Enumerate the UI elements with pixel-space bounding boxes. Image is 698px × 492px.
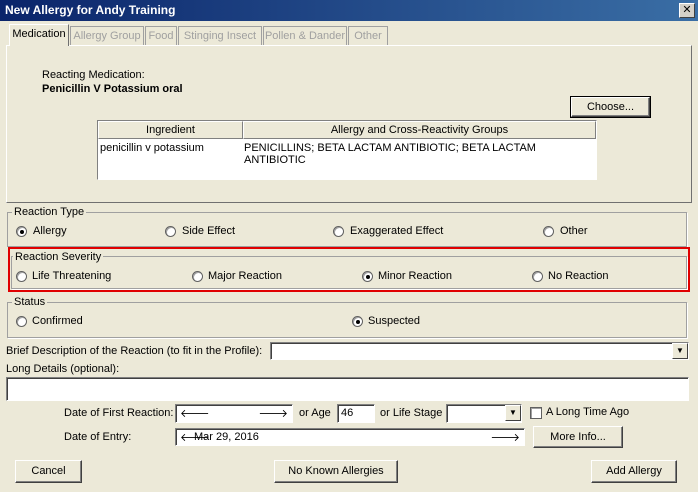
life-stage-label: or Life Stage	[380, 407, 443, 419]
close-button[interactable]: ✕	[679, 3, 695, 18]
radio-confirmed-label: Confirmed	[32, 315, 83, 327]
entry-date-value: Mar 29, 2016	[194, 431, 259, 443]
radio-exaggerated-effect-label: Exaggerated Effect	[350, 225, 444, 237]
radio-life-threatening[interactable]	[16, 271, 27, 282]
status-group	[7, 302, 687, 338]
radio-major-reaction-label: Major Reaction	[208, 270, 282, 282]
no-known-allergies-button[interactable]: No Known Allergies	[274, 460, 398, 483]
chevron-down-icon[interactable]: ▼	[505, 405, 521, 421]
reaction-severity-label: Reaction Severity	[13, 251, 104, 263]
tab-pollen-dander[interactable]: Pollen & Dander	[263, 26, 347, 46]
radio-major-reaction[interactable]	[192, 271, 203, 282]
grid-header-groups[interactable]: Allergy and Cross-Reactivity Groups	[243, 121, 596, 139]
radio-exaggerated-effect[interactable]	[333, 226, 344, 237]
radio-suspected[interactable]	[352, 316, 363, 327]
close-icon: ✕	[682, 3, 692, 16]
long-time-ago-label: A Long Time Ago	[546, 406, 630, 418]
tab-allergy-group[interactable]: Allergy Group	[70, 26, 144, 46]
long-details-input[interactable]	[6, 377, 689, 401]
entry-date-label: Date of Entry:	[64, 431, 132, 443]
radio-side-effect-label: Side Effect	[182, 225, 235, 237]
reacting-medication-label: Reacting Medication:	[42, 69, 145, 81]
or-age-label: or Age	[299, 407, 331, 419]
tab-label: Allergy Group	[73, 30, 141, 42]
entry-date-field[interactable]: 🡐 Mar 29, 2016 🡒	[175, 428, 525, 446]
radio-life-threatening-label: Life Threatening	[32, 270, 112, 282]
brief-description-combo[interactable]: ▼	[270, 342, 689, 360]
radio-suspected-label: Suspected	[368, 315, 420, 327]
age-value: 46	[341, 407, 354, 419]
tab-label: Pollen & Dander	[264, 30, 346, 42]
tab-label: Medication	[12, 28, 66, 40]
status-label: Status	[12, 296, 48, 308]
window-title-bar: New Allergy for Andy Training	[0, 0, 698, 21]
radio-confirmed[interactable]	[16, 316, 27, 327]
tab-label: Stinging Insect	[183, 30, 257, 42]
radio-side-effect[interactable]	[165, 226, 176, 237]
arrow-left-icon[interactable]: 🡐	[180, 406, 210, 420]
chevron-down-icon[interactable]: ▼	[672, 343, 688, 359]
add-allergy-button[interactable]: Add Allergy	[591, 460, 677, 483]
radio-allergy[interactable]	[16, 226, 27, 237]
radio-allergy-label: Allergy	[33, 225, 67, 237]
window-title: New Allergy for Andy Training	[5, 3, 176, 17]
grid-cell-groups[interactable]: PENICILLINS; BETA LACTAM ANTIBIOTIC; BET…	[244, 142, 596, 166]
reaction-type-label: Reaction Type	[12, 206, 87, 218]
more-info-button[interactable]: More Info...	[533, 426, 623, 448]
choose-button[interactable]: Choose...	[570, 96, 651, 118]
arrow-right-icon[interactable]: 🡒	[491, 430, 521, 444]
tab-other[interactable]: Other	[348, 26, 388, 46]
tab-label: Food	[148, 30, 174, 42]
grid-header-ingredient[interactable]: Ingredient	[98, 121, 243, 139]
first-reaction-label: Date of First Reaction:	[64, 407, 174, 419]
reacting-medication-value: Penicillin V Potassium oral	[42, 83, 183, 95]
tab-medication[interactable]: Medication	[9, 24, 69, 46]
tab-food[interactable]: Food	[145, 26, 177, 46]
first-reaction-date-field[interactable]: 🡐 🡒	[175, 404, 293, 423]
radio-no-reaction-label: No Reaction	[548, 270, 609, 282]
ingredient-grid: Ingredient Allergy and Cross-Reactivity …	[97, 120, 597, 180]
radio-other-label: Other	[560, 225, 588, 237]
brief-description-label: Brief Description of the Reaction (to fi…	[6, 345, 263, 357]
grid-cell-ingredient[interactable]: penicillin v potassium	[100, 142, 204, 154]
long-details-label: Long Details (optional):	[6, 363, 120, 375]
radio-other[interactable]	[543, 226, 554, 237]
radio-no-reaction[interactable]	[532, 271, 543, 282]
radio-minor-reaction[interactable]	[362, 271, 373, 282]
tab-label: Other	[354, 30, 382, 42]
tab-stinging-insect[interactable]: Stinging Insect	[178, 26, 262, 46]
arrow-right-icon[interactable]: 🡒	[259, 406, 289, 420]
age-input[interactable]: 46	[337, 404, 375, 423]
cancel-button[interactable]: Cancel	[15, 460, 82, 483]
long-time-ago-checkbox[interactable]	[530, 407, 542, 419]
radio-minor-reaction-label: Minor Reaction	[378, 270, 452, 282]
life-stage-combo[interactable]: ▼	[446, 404, 522, 423]
